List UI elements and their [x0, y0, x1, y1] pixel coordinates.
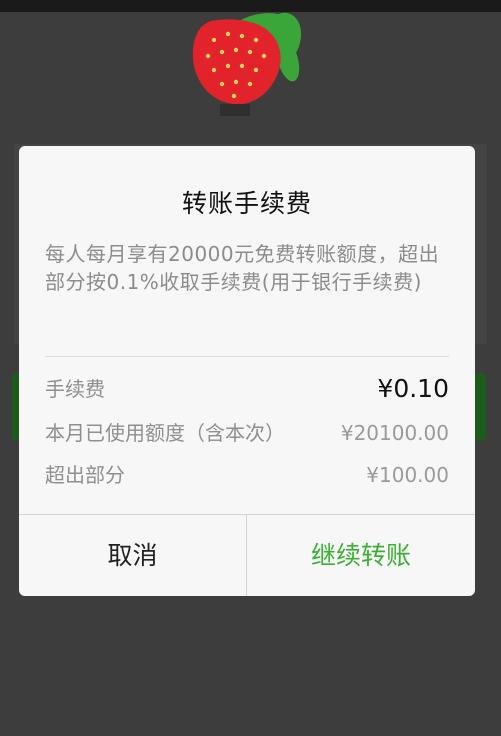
continue-transfer-button[interactable]: 继续转账	[247, 515, 475, 596]
fee-label: 手续费	[45, 377, 105, 401]
excess-row: 超出部分 ¥100.00	[45, 458, 449, 492]
blurred-name	[220, 104, 250, 116]
fee-row: 手续费 ¥0.10	[45, 372, 449, 406]
cancel-button[interactable]: 取消	[19, 515, 246, 596]
used-quota-row: 本月已使用额度（含本次） ¥20100.00	[45, 416, 449, 450]
dialog-title: 转账手续费	[181, 189, 312, 218]
fee-value: ¥0.10	[377, 374, 449, 403]
strawberry-icon	[192, 12, 302, 105]
dialog-description: 每人每月享有20000元免费转账额度，超出部分按0.1%收取手续费(用于银行手续…	[45, 242, 440, 294]
background-button-edge-right	[474, 374, 486, 440]
used-quota-value: ¥20100.00	[340, 421, 449, 445]
excess-label: 超出部分	[45, 463, 125, 487]
divider	[45, 356, 449, 357]
used-quota-label: 本月已使用额度（含本次）	[45, 421, 285, 445]
excess-value: ¥100.00	[366, 463, 449, 487]
transfer-fee-dialog: 转账手续费 每人每月享有20000元免费转账额度，超出部分按0.1%收取手续费(…	[19, 146, 475, 596]
